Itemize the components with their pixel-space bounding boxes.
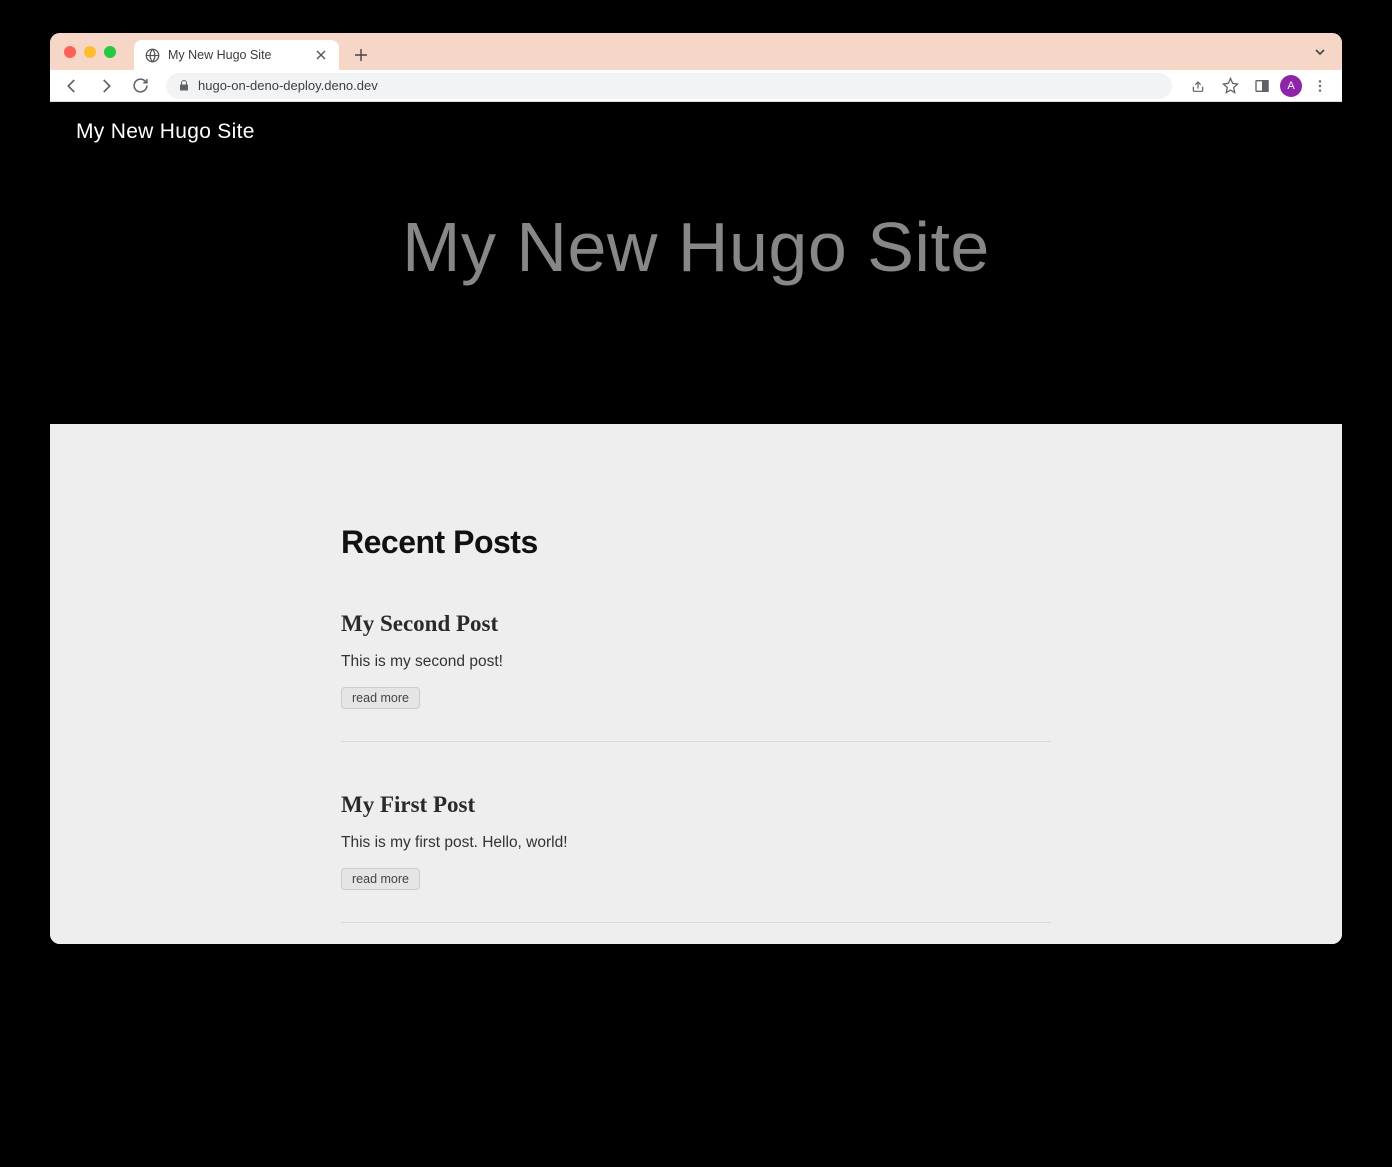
content-area: Recent Posts My Second Post This is my s…: [50, 424, 1342, 944]
close-icon[interactable]: [313, 47, 329, 63]
star-icon[interactable]: [1216, 72, 1244, 100]
side-panel-icon[interactable]: [1248, 72, 1276, 100]
post-item: My Second Post This is my second post! r…: [341, 611, 1051, 742]
window-minimize-button[interactable]: [84, 46, 96, 58]
browser-window: My New Hugo Site: [50, 33, 1342, 944]
read-more-button[interactable]: read more: [341, 687, 420, 709]
post-title-link[interactable]: My First Post: [341, 792, 1051, 818]
site-brand-link[interactable]: My New Hugo Site: [76, 120, 255, 143]
toolbar-right: A: [1184, 72, 1334, 100]
window-close-button[interactable]: [64, 46, 76, 58]
tab-strip: My New Hugo Site: [50, 33, 1342, 70]
url-text: hugo-on-deno-deploy.deno.dev: [198, 78, 378, 93]
new-tab-button[interactable]: [347, 41, 375, 69]
lock-icon: [178, 79, 190, 92]
reload-button[interactable]: [126, 72, 154, 100]
chevron-down-icon[interactable]: [1308, 40, 1332, 64]
page-viewport[interactable]: My New Hugo Site My New Hugo Site Recent…: [50, 102, 1342, 944]
browser-tab[interactable]: My New Hugo Site: [134, 40, 339, 70]
window-controls: [64, 33, 134, 70]
window-maximize-button[interactable]: [104, 46, 116, 58]
content-inner: Recent Posts My Second Post This is my s…: [341, 524, 1051, 923]
tab-strip-right: [1308, 33, 1332, 70]
hero-section: My New Hugo Site My New Hugo Site: [50, 102, 1342, 424]
post-title-link[interactable]: My Second Post: [341, 611, 1051, 637]
post-excerpt: This is my second post!: [341, 653, 1051, 671]
hero-title: My New Hugo Site: [50, 207, 1342, 287]
share-icon[interactable]: [1184, 72, 1212, 100]
recent-posts-heading: Recent Posts: [341, 524, 1051, 561]
back-button[interactable]: [58, 72, 86, 100]
avatar-letter: A: [1287, 80, 1294, 92]
tab-title: My New Hugo Site: [168, 48, 305, 62]
kebab-menu-icon[interactable]: [1306, 72, 1334, 100]
read-more-button[interactable]: read more: [341, 868, 420, 890]
post-excerpt: This is my first post. Hello, world!: [341, 834, 1051, 852]
post-item: My First Post This is my first post. Hel…: [341, 792, 1051, 923]
forward-button[interactable]: [92, 72, 120, 100]
profile-avatar[interactable]: A: [1280, 75, 1302, 97]
address-bar[interactable]: hugo-on-deno-deploy.deno.dev: [166, 73, 1172, 99]
browser-toolbar: hugo-on-deno-deploy.deno.dev: [50, 70, 1342, 102]
globe-icon: [144, 47, 160, 63]
